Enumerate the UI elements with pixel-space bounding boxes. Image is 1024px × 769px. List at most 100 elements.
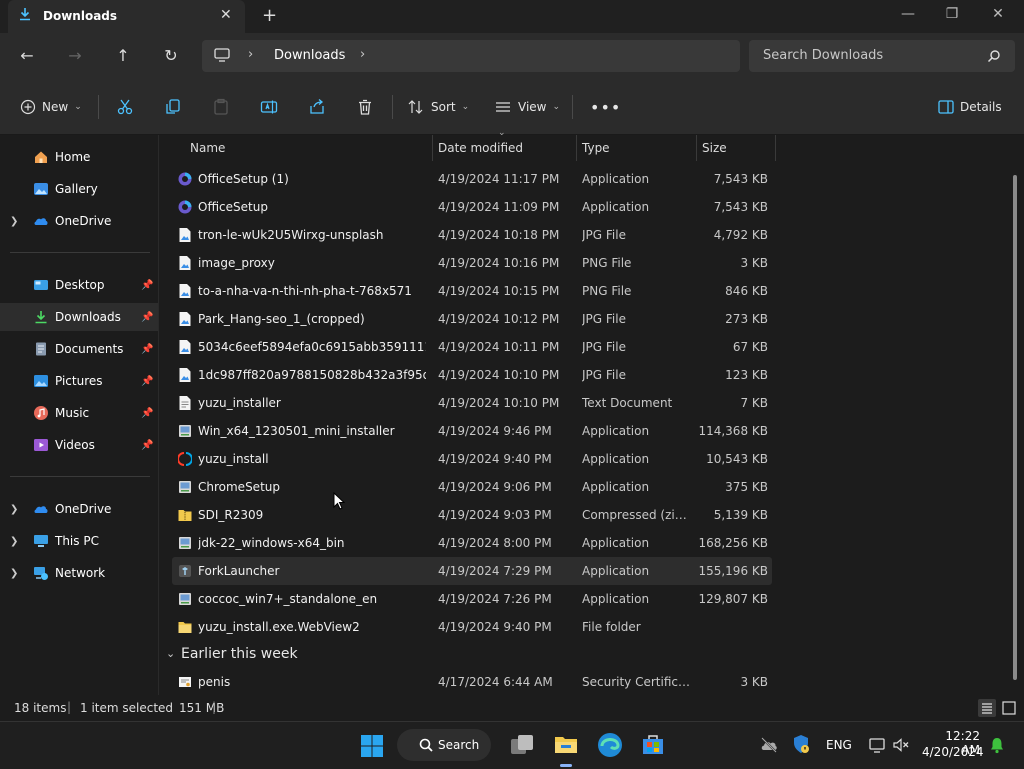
- search-input[interactable]: Search Downloads: [749, 40, 1015, 72]
- pin-icon[interactable]: 📌: [141, 312, 153, 323]
- nav-item-pictures[interactable]: Pictures 📌: [0, 367, 158, 395]
- task-view-icon[interactable]: [510, 734, 534, 756]
- chevron-right-icon[interactable]: ❯: [10, 568, 18, 579]
- chevron-right-icon[interactable]: ❯: [10, 504, 18, 515]
- notification-bell-icon[interactable]: [988, 736, 1006, 754]
- nav-item-gallery[interactable]: Gallery: [0, 175, 158, 203]
- minimize-icon[interactable]: —: [898, 6, 918, 22]
- image-file-icon: [179, 368, 191, 382]
- cloud-offline-icon[interactable]: [760, 736, 778, 754]
- column-header-size[interactable]: Size: [702, 135, 727, 161]
- close-icon[interactable]: ✕: [220, 7, 232, 23]
- network-status-icon[interactable]: [868, 736, 886, 754]
- file-row[interactable]: coccoc_win7+_standalone_en 4/19/2024 7:26…: [172, 585, 772, 613]
- sort-button[interactable]: Sort ⌄: [407, 97, 469, 117]
- file-row[interactable]: 1dc987ff820a9788150828b432a3f95d 4/19/202…: [172, 361, 772, 389]
- file-row[interactable]: yuzu_install.exe.WebView2 4/19/2024 9:40 …: [172, 613, 772, 641]
- search-icon[interactable]: [987, 49, 1001, 63]
- forward-icon[interactable]: →: [61, 43, 89, 69]
- chevron-right-icon[interactable]: ›: [360, 47, 365, 62]
- file-row[interactable]: yuzu_install 4/19/2024 9:40 PM Application…: [172, 445, 772, 473]
- column-header-name[interactable]: Name: [190, 135, 225, 161]
- share-button[interactable]: [308, 97, 326, 117]
- close-window-icon[interactable]: ✕: [988, 6, 1008, 22]
- column-divider[interactable]: [576, 135, 577, 161]
- nav-item-onedrive-2[interactable]: ❯ OneDrive: [0, 495, 158, 523]
- column-header-date[interactable]: Date modified: [438, 135, 523, 161]
- pin-icon[interactable]: 📌: [141, 376, 153, 387]
- paste-button[interactable]: [212, 97, 230, 117]
- cut-button[interactable]: [116, 97, 134, 117]
- file-row[interactable]: Park_Hang-seo_1_(cropped) 4/19/2024 10:12…: [172, 305, 772, 333]
- file-row[interactable]: yuzu_installer 4/19/2024 10:10 PM Text Doc…: [172, 389, 772, 417]
- nav-item-network[interactable]: ❯ Network: [0, 559, 158, 587]
- column-divider[interactable]: [775, 135, 776, 161]
- file-row[interactable]: ChromeSetup 4/19/2024 9:06 PM Application 3…: [172, 473, 772, 501]
- nav-label: Documents: [55, 342, 124, 356]
- nav-item-onedrive[interactable]: ❯ OneDrive: [0, 207, 158, 235]
- nav-item-this-pc[interactable]: ❯ This PC: [0, 527, 158, 555]
- file-row[interactable]: OfficeSetup 4/19/2024 11:09 PM Application…: [172, 193, 772, 221]
- explorer-tab[interactable]: Downloads ✕: [8, 0, 245, 33]
- plus-icon[interactable]: +: [262, 5, 277, 26]
- file-row[interactable]: OfficeSetup (1) 4/19/2024 11:17 PM Applica…: [172, 165, 772, 193]
- chevron-down-icon[interactable]: ⌄: [166, 647, 175, 660]
- this-pc-icon[interactable]: [214, 48, 230, 62]
- nav-item-documents[interactable]: Documents 📌: [0, 335, 158, 363]
- group-header[interactable]: ⌄ Earlier this week: [166, 646, 766, 666]
- file-explorer-icon[interactable]: [554, 732, 578, 756]
- file-row[interactable]: to-a-nha-va-n-thi-nh-pha-t-768x571 4/19/2…: [172, 277, 772, 305]
- details-view-icon[interactable]: [978, 699, 996, 717]
- view-button[interactable]: View ⌄: [494, 97, 560, 117]
- nav-item-music[interactable]: Music 📌: [0, 399, 158, 427]
- nav-item-home[interactable]: Home: [0, 143, 158, 171]
- file-row[interactable]: penis 4/17/2024 6:44 AM Security Certifica…: [172, 668, 772, 696]
- column-header-type[interactable]: Type: [582, 135, 610, 161]
- file-row[interactable]: Win_x64_1230501_mini_installer 4/19/2024 …: [172, 417, 772, 445]
- taskbar-date[interactable]: 4/20/2024: [922, 745, 984, 759]
- installer-icon: [179, 425, 191, 437]
- onedrive-icon: [34, 506, 48, 513]
- pin-icon[interactable]: 📌: [141, 440, 153, 451]
- pin-icon[interactable]: 📌: [141, 408, 153, 419]
- details-button[interactable]: Details: [938, 97, 1002, 117]
- file-row[interactable]: 5034c6eef5894efa0c6915abb3591111 4/19/202…: [172, 333, 772, 361]
- taskbar-search[interactable]: Search: [397, 729, 491, 761]
- thumbnail-view-icon[interactable]: [1000, 699, 1018, 717]
- chevron-right-icon[interactable]: ❯: [10, 536, 18, 547]
- file-row[interactable]: jdk-22_windows-x64_bin 4/19/2024 8:00 PM A…: [172, 529, 772, 557]
- delete-button[interactable]: [356, 97, 374, 117]
- microsoft-store-icon[interactable]: [641, 732, 665, 756]
- column-divider[interactable]: [696, 135, 697, 161]
- rename-button[interactable]: [260, 97, 278, 117]
- up-icon[interactable]: ↑: [109, 43, 137, 69]
- address-bar[interactable]: › Downloads ›: [202, 40, 740, 72]
- maximize-icon[interactable]: ❐: [942, 6, 962, 22]
- volume-muted-icon[interactable]: [892, 736, 910, 754]
- chevron-right-icon[interactable]: ❯: [10, 216, 18, 227]
- pin-icon[interactable]: 📌: [141, 344, 153, 355]
- edge-icon[interactable]: [597, 732, 623, 758]
- file-row[interactable]: image_proxy 4/19/2024 10:16 PM PNG File 3 K…: [172, 249, 772, 277]
- file-row[interactable]: tron-le-wUk2U5Wirxg-unsplash 4/19/2024 10…: [172, 221, 772, 249]
- nav-item-desktop[interactable]: Desktop 📌: [0, 271, 158, 299]
- windows-start-icon[interactable]: [360, 734, 384, 758]
- language-indicator[interactable]: ENG: [826, 738, 852, 752]
- copy-button[interactable]: [164, 97, 182, 117]
- security-shield-icon[interactable]: [792, 734, 810, 754]
- desktop-icon: [34, 280, 48, 290]
- nav-item-downloads[interactable]: Downloads 📌: [0, 303, 158, 331]
- back-icon[interactable]: ←: [13, 43, 41, 69]
- more-options-icon[interactable]: •••: [590, 97, 621, 117]
- column-divider[interactable]: [432, 135, 433, 161]
- refresh-icon[interactable]: ↻: [157, 43, 185, 69]
- vertical-scrollbar[interactable]: [1013, 175, 1017, 680]
- new-button[interactable]: New ⌄: [20, 97, 82, 117]
- breadcrumb[interactable]: Downloads: [274, 48, 345, 63]
- file-row[interactable]: SDI_R2309 4/19/2024 9:03 PM Compressed (zi…: [172, 501, 772, 529]
- pin-icon[interactable]: 📌: [141, 280, 153, 291]
- file-row[interactable]: ForkLauncher 4/19/2024 7:29 PM Application…: [172, 557, 772, 585]
- sort-icon: [408, 100, 423, 114]
- chevron-right-icon[interactable]: ›: [248, 47, 253, 62]
- nav-item-videos[interactable]: Videos 📌: [0, 431, 158, 459]
